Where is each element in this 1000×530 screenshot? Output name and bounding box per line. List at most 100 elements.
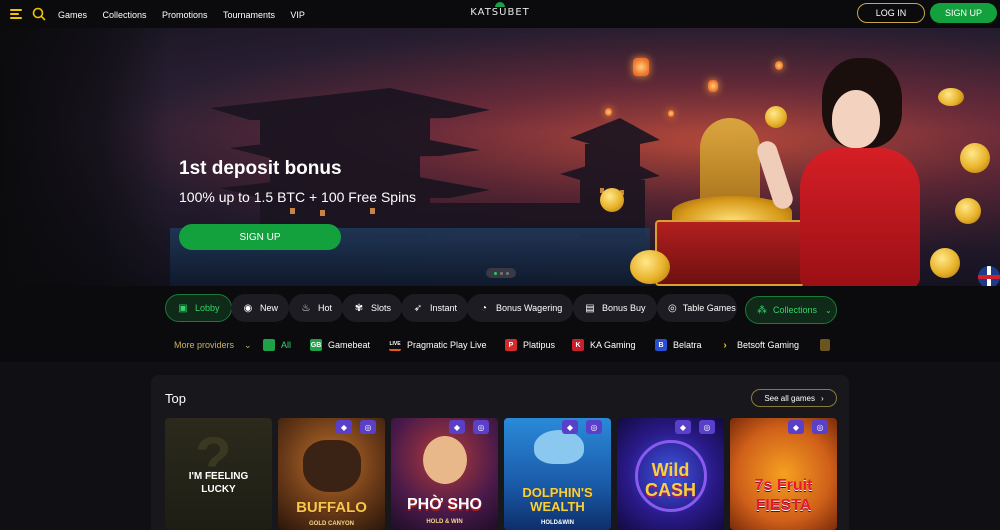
gift-icon: ▤ <box>585 302 595 314</box>
hero-signup-button[interactable]: SIGN UP <box>179 224 341 250</box>
category-slots[interactable]: ✾ Slots <box>342 294 403 322</box>
bonus-badge-icon: ◎ <box>473 420 489 434</box>
buffalo-illustration <box>303 440 361 492</box>
bonus-icon: ◔ <box>480 302 488 314</box>
category-bonus-buy[interactable]: ▤ Bonus Buy <box>573 294 657 322</box>
diamond-badge-icon: ◆ <box>675 420 691 434</box>
game-card-wild-cash[interactable]: ◆ ◎ Wild CASH <box>617 418 724 530</box>
nav-tournaments[interactable]: Tournaments <box>223 10 275 20</box>
diamond-badge-icon: ◆ <box>788 420 804 434</box>
provider-all[interactable]: All <box>263 339 291 351</box>
chevron-down-icon: ⌄ <box>244 339 252 350</box>
lantern-icon <box>775 61 783 70</box>
category-lobby[interactable]: ▣ Lobby <box>165 294 232 322</box>
login-button[interactable]: LOG IN <box>857 3 925 23</box>
carousel-dot[interactable] <box>499 271 503 275</box>
lobby-icon: ▣ <box>178 302 188 314</box>
provider-ka-gaming[interactable]: K KA Gaming <box>572 339 636 351</box>
menu-icon[interactable] <box>10 9 22 19</box>
category-label: Table Games <box>682 303 736 313</box>
carousel-dots[interactable] <box>486 268 516 278</box>
category-label: Hot <box>318 303 333 313</box>
ka-gaming-logo-icon: K <box>572 339 584 351</box>
main-nav: Games Collections Promotions Tournaments… <box>58 5 316 23</box>
provider-label: Pragmatic Play Live <box>407 340 487 350</box>
diamond-badge-icon: ◆ <box>449 420 465 434</box>
game-subtitle: GOLD CANYON <box>309 521 354 527</box>
platipus-logo-icon: P <box>505 339 517 351</box>
provider-betsoft[interactable]: › Betsoft Gaming <box>719 339 799 351</box>
hero-subtitle: 100% up to 1.5 BTC + 100 Free Spins <box>179 189 416 205</box>
diamond-badge-icon: ◆ <box>336 420 352 434</box>
category-bar: ▣ Lobby ◉ New ♨ Hot ✾ Slots ➶ Instant ◔ … <box>0 286 1000 362</box>
game-title: BUFFALO <box>296 499 367 516</box>
category-new[interactable]: ◉ New <box>231 294 290 322</box>
flame-icon: ♨ <box>301 302 311 314</box>
signup-button[interactable]: SIGN UP <box>930 3 997 23</box>
character-face <box>832 90 880 148</box>
belatra-logo-icon: B <box>655 339 667 351</box>
lantern-icon <box>708 80 718 92</box>
game-card-buffalo[interactable]: ◆ ◎ BUFFALO GOLD CANYON <box>278 418 385 530</box>
chip-icon: ◎ <box>668 302 677 314</box>
nav-games[interactable]: Games <box>58 10 87 20</box>
game-title: PHỜ SHO <box>407 496 482 513</box>
collections-label: Collections <box>773 305 818 315</box>
nav-promotions[interactable]: Promotions <box>162 10 208 20</box>
category-hot[interactable]: ♨ Hot <box>289 294 344 322</box>
search-icon[interactable] <box>32 7 46 21</box>
provider-logo-icon <box>820 339 830 351</box>
collections-dropdown[interactable]: ⁂ Collections ⌄ <box>745 296 837 324</box>
carousel-dot[interactable] <box>493 271 497 275</box>
game-card-fruit-fiesta[interactable]: ◆ ◎ 7s Fruit FIESTA <box>730 418 837 530</box>
coin-icon <box>955 198 981 224</box>
nav-collections[interactable]: Collections <box>102 10 146 20</box>
eye-icon: ◉ <box>243 302 253 314</box>
coin-icon <box>960 143 990 173</box>
category-label: Slots <box>371 303 392 313</box>
section-title: Top <box>165 391 186 406</box>
hero-title: 1st deposit bonus <box>179 158 342 179</box>
lantern-icon <box>605 108 612 116</box>
game-card-dolphins-wealth[interactable]: ◆ ◎ DOLPHIN'S WEALTH HOLD&WIN <box>504 418 611 530</box>
provider-label: KA Gaming <box>590 340 636 350</box>
provider-belatra[interactable]: B Belatra <box>655 339 702 351</box>
carousel-dot[interactable] <box>505 271 509 275</box>
hero-banner[interactable]: 1st deposit bonus 100% up to 1.5 BTC + 1… <box>0 28 1000 286</box>
category-instant[interactable]: ➶ Instant <box>401 294 469 322</box>
grid-icon <box>263 339 275 351</box>
language-flag-icon[interactable] <box>978 266 1000 288</box>
category-table-games[interactable]: ◎ Table Games <box>657 294 737 322</box>
bonus-badge-icon: ◎ <box>360 420 376 434</box>
provider-label: Betsoft Gaming <box>737 340 800 350</box>
category-label: Instant <box>430 303 458 313</box>
provider-label: Gamebeat <box>328 340 371 350</box>
bonus-badge-icon: ◎ <box>699 420 715 434</box>
provider-label: All <box>281 340 292 350</box>
provider-label: Belatra <box>673 340 702 350</box>
provider-pragmatic-play-live[interactable]: LIVE Pragmatic Play Live <box>389 339 487 351</box>
category-label: Bonus Wagering <box>496 303 563 313</box>
gamebeat-logo-icon: GB <box>310 339 322 351</box>
game-card-pho-sho[interactable]: ◆ ◎ PHỜ SHO HOLD & WIN <box>391 418 498 530</box>
see-all-games-button[interactable]: See all games › <box>751 389 837 407</box>
provider-next[interactable] <box>820 339 830 351</box>
provider-label: Platipus <box>523 340 556 350</box>
betsoft-logo-icon: › <box>723 339 727 351</box>
slots-icon: ✾ <box>354 302 364 314</box>
category-bonus-wagering[interactable]: ◔ Bonus Wagering <box>467 294 574 322</box>
treasure-chest <box>655 220 805 286</box>
more-providers-dropdown[interactable]: More providers ⌄ <box>174 339 252 351</box>
character-illustration <box>423 436 467 484</box>
chevron-down-icon: ⌄ <box>825 305 832 315</box>
diamond-badge-icon: ◆ <box>562 420 578 434</box>
provider-gamebeat[interactable]: GB Gamebeat <box>310 339 370 351</box>
site-logo[interactable]: KATSUBET <box>470 7 530 18</box>
more-providers-label: More providers <box>174 340 235 350</box>
game-title: I'M FEELING LUCKY <box>188 471 249 495</box>
top-header: Games Collections Promotions Tournaments… <box>0 0 1000 28</box>
provider-platipus[interactable]: P Platipus <box>505 339 555 351</box>
nav-vip[interactable]: VIP <box>290 10 305 20</box>
game-card-feeling-lucky[interactable]: ? I'M FEELING LUCKY <box>165 418 272 530</box>
coin-icon <box>938 88 964 106</box>
